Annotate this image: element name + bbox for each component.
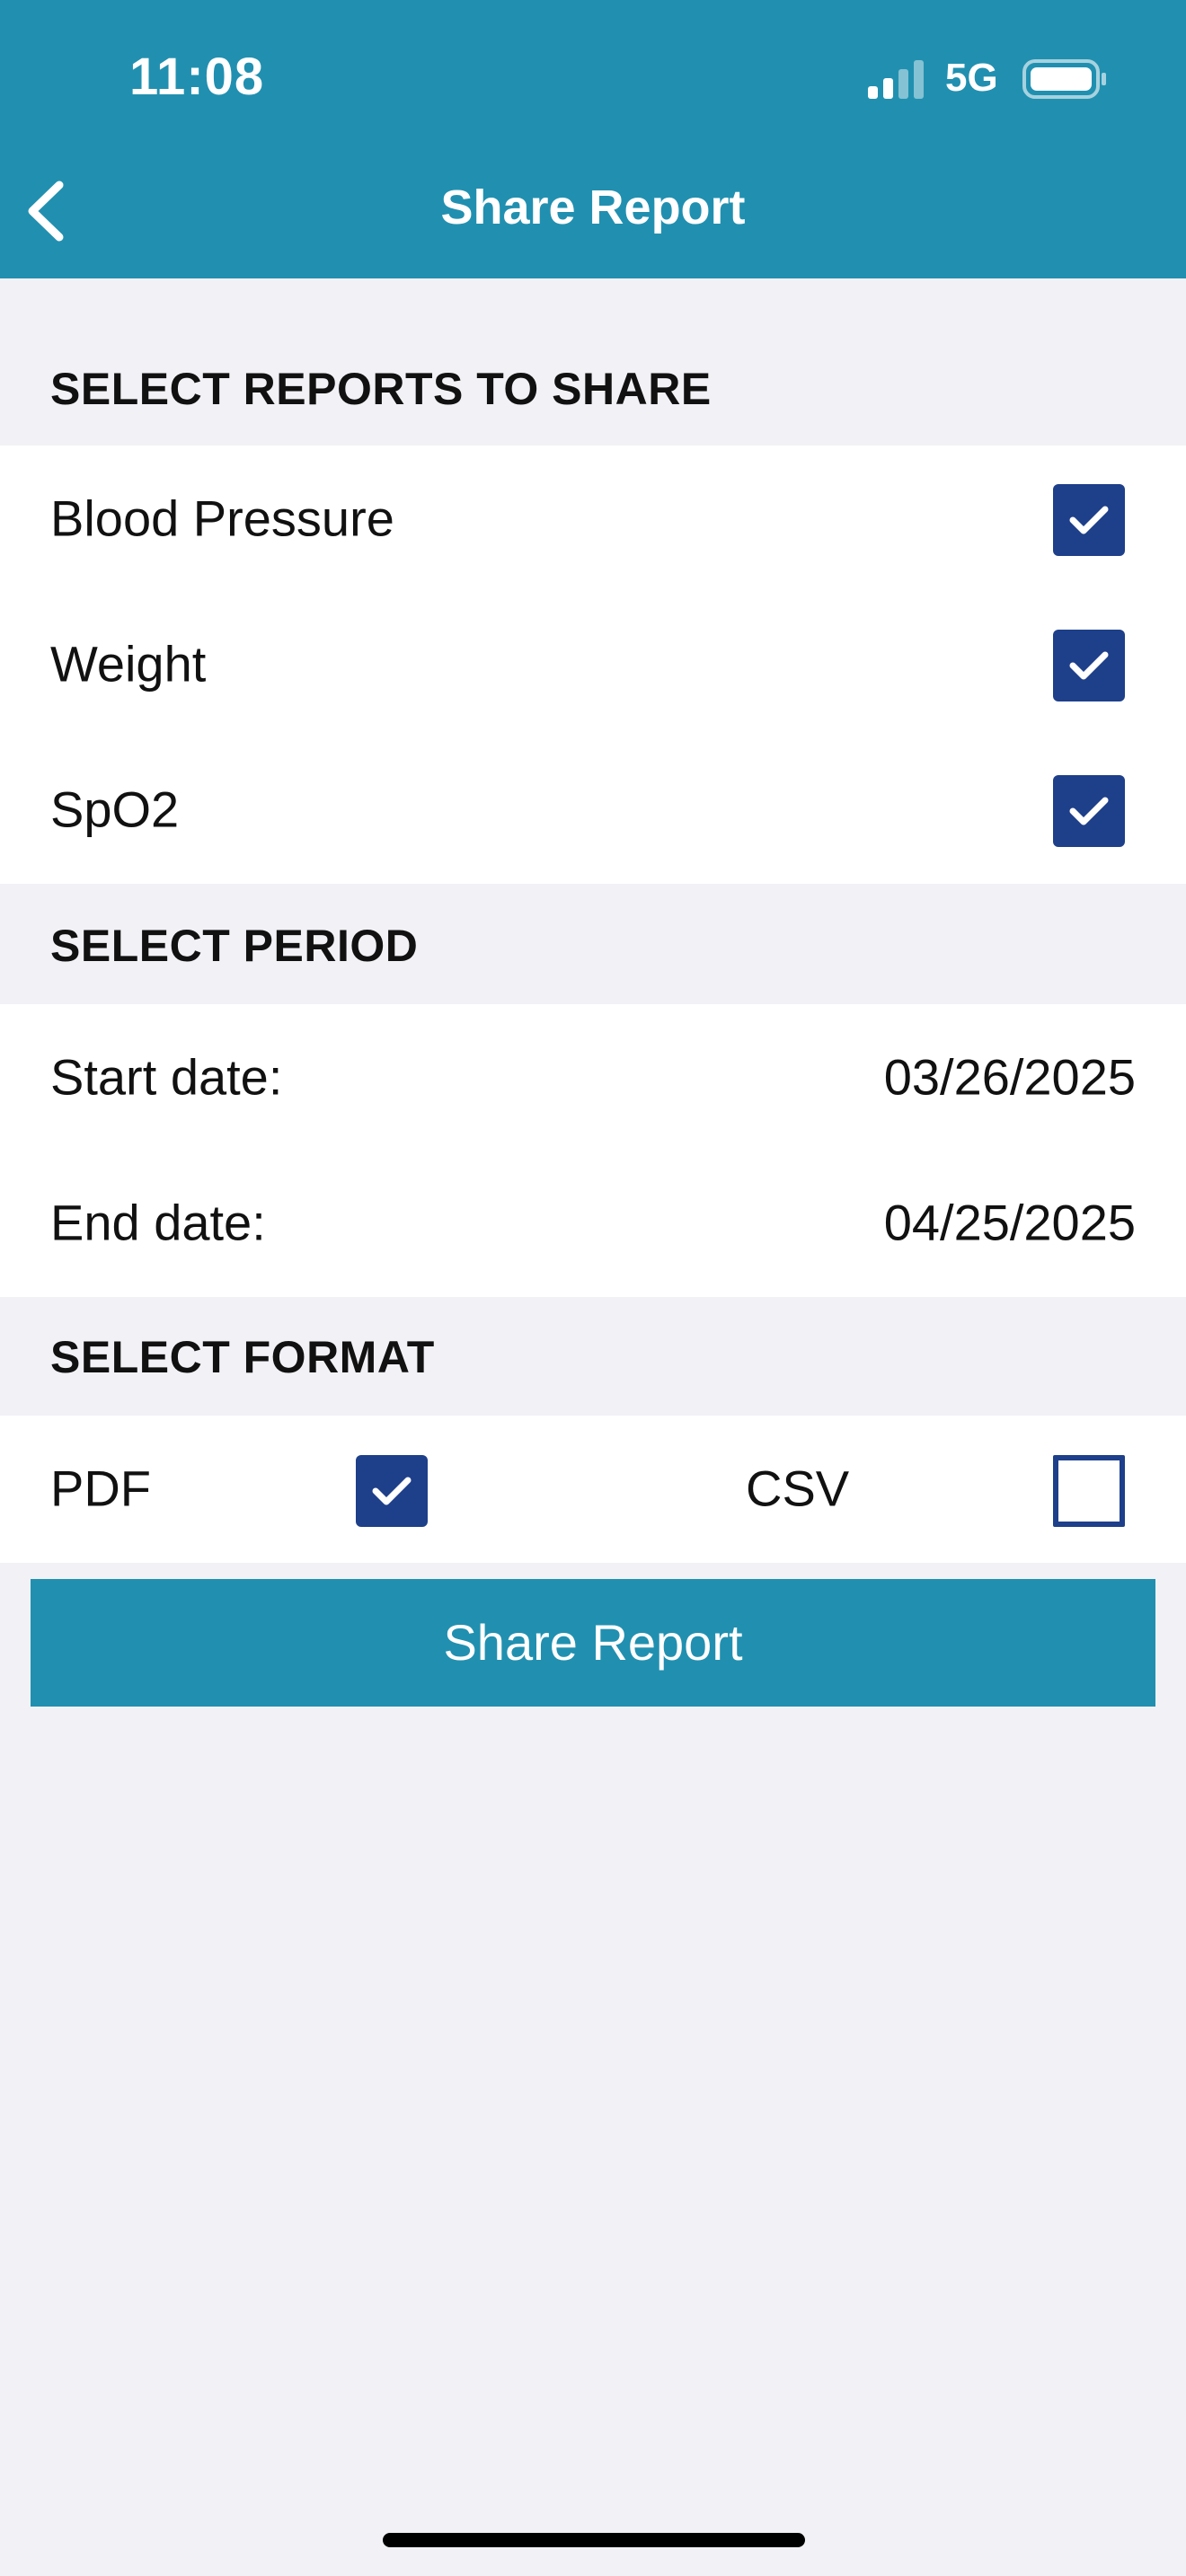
battery-icon — [1022, 59, 1106, 99]
signal-icon — [868, 60, 924, 99]
format-row: PDF CSV — [0, 1416, 1186, 1561]
checkmark-icon — [1069, 651, 1109, 680]
start-date-row[interactable]: Start date: 03/26/2025 — [0, 1004, 1186, 1150]
share-report-button[interactable]: Share Report — [31, 1579, 1155, 1707]
start-date-label: Start date: — [50, 1048, 283, 1106]
csv-label: CSV — [746, 1460, 850, 1517]
report-label: SpO2 — [50, 781, 180, 838]
report-row-blood-pressure[interactable]: Blood Pressure — [0, 446, 1186, 591]
reports-panel: Blood Pressure Weight SpO2 — [0, 446, 1186, 884]
checkmark-icon — [372, 1477, 412, 1505]
csv-checkbox[interactable] — [1053, 1455, 1125, 1527]
checkmark-icon — [1069, 797, 1109, 825]
end-date-label: End date: — [50, 1194, 266, 1251]
end-date-row[interactable]: End date: 04/25/2025 — [0, 1150, 1186, 1295]
page-title: Share Report — [440, 181, 746, 234]
status-time: 11:08 — [129, 48, 265, 106]
spo2-checkbox[interactable] — [1053, 775, 1125, 847]
reports-section-title: SELECT REPORTS TO SHARE — [50, 364, 712, 414]
weight-checkbox[interactable] — [1053, 630, 1125, 701]
checkmark-icon — [1069, 506, 1109, 534]
home-indicator[interactable] — [383, 2533, 805, 2547]
format-panel: PDF CSV — [0, 1416, 1186, 1563]
report-row-weight[interactable]: Weight — [0, 591, 1186, 737]
blood-pressure-checkbox[interactable] — [1053, 484, 1125, 556]
pdf-label: PDF — [50, 1460, 151, 1517]
period-section-title: SELECT PERIOD — [50, 921, 419, 971]
end-date-value[interactable]: 04/25/2025 — [884, 1194, 1136, 1252]
period-panel: Start date: 03/26/2025 End date: 04/25/2… — [0, 1004, 1186, 1297]
report-label: Blood Pressure — [50, 490, 394, 547]
pdf-checkbox[interactable] — [356, 1455, 428, 1527]
report-label: Weight — [50, 635, 207, 693]
network-label: 5G — [945, 56, 998, 100]
start-date-value[interactable]: 03/26/2025 — [884, 1048, 1136, 1107]
format-section-title: SELECT FORMAT — [50, 1332, 435, 1382]
report-row-spo2[interactable]: SpO2 — [0, 737, 1186, 882]
app-header: 11:08 5G Share Report — [0, 0, 1186, 278]
